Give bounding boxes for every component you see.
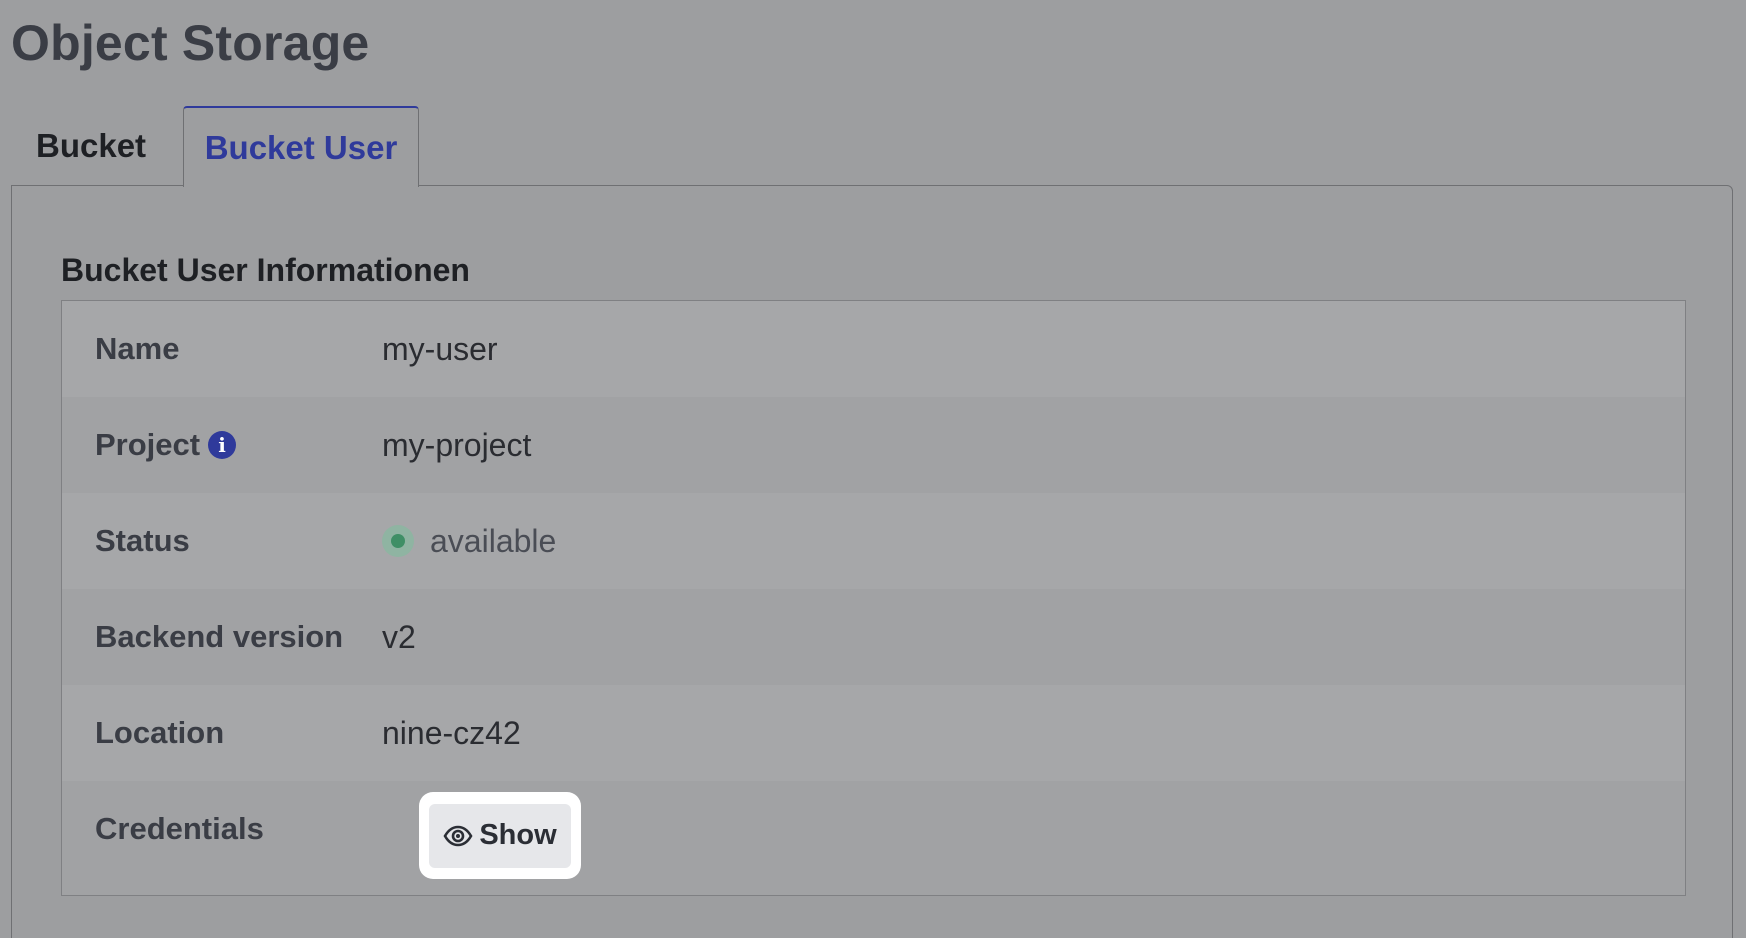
project-label: Project: [95, 427, 201, 462]
show-button-label: Show: [479, 819, 557, 851]
eye-icon: [443, 825, 473, 847]
row-backend-version: Backend version v2: [62, 589, 1685, 685]
status-dot: [391, 534, 405, 548]
row-name: Name my-user: [62, 301, 1685, 397]
backend-version-label: Backend version: [95, 619, 344, 654]
info-icon[interactable]: i: [208, 431, 237, 459]
info-table: Name my-user Project i my-project Status…: [61, 300, 1686, 896]
show-button-highlight: Show: [419, 792, 581, 879]
location-value: nine-cz42: [382, 714, 521, 751]
project-value: my-project: [382, 426, 532, 463]
project-label-cell: Project i: [62, 427, 382, 463]
tab-bar: Bucket Bucket User: [11, 106, 419, 187]
name-value: my-user: [382, 330, 498, 367]
row-credentials: Credentials Show: [62, 781, 1685, 893]
row-status: Status available: [62, 493, 1685, 589]
status-text: available: [430, 522, 557, 559]
status-value: available: [382, 523, 556, 560]
backend-version-value: v2: [382, 618, 416, 655]
section-title: Bucket User Informationen: [61, 252, 470, 288]
credentials-label: Credentials: [95, 811, 264, 846]
page-title: Object Storage: [11, 15, 370, 71]
tab-bucket-user[interactable]: Bucket User: [183, 106, 419, 187]
status-indicator-icon: [382, 525, 414, 557]
name-label: Name: [95, 331, 180, 366]
location-label: Location: [95, 715, 225, 750]
row-location: Location nine-cz42: [62, 685, 1685, 781]
tab-bucket[interactable]: Bucket: [11, 106, 183, 186]
row-project: Project i my-project: [62, 397, 1685, 493]
tab-panel: Bucket User Informationen Name my-user P…: [11, 185, 1733, 938]
status-label: Status: [95, 523, 190, 558]
show-credentials-button[interactable]: Show: [429, 803, 571, 868]
